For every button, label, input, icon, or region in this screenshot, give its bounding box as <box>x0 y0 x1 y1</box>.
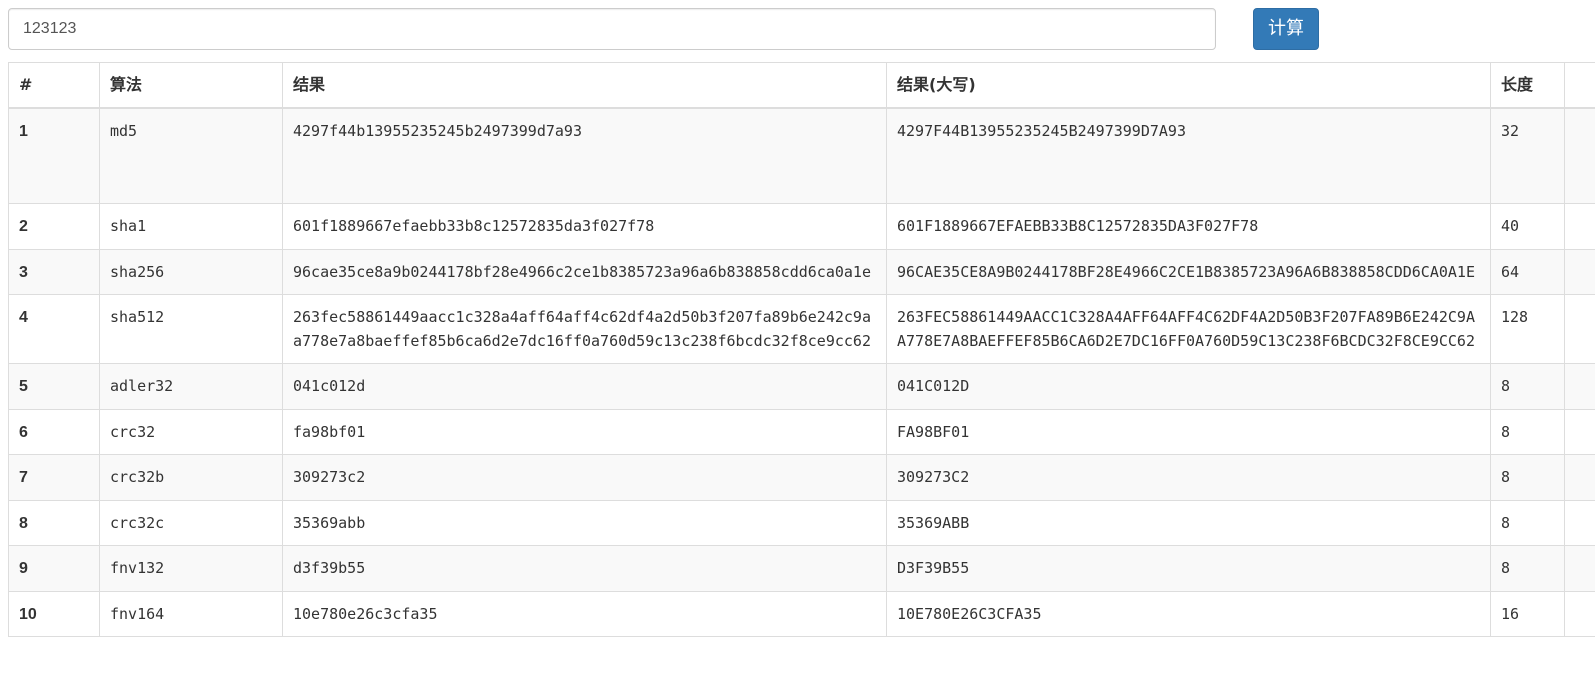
cell-result: 263fec58861449aacc1c328a4aff64aff4c62df4… <box>282 294 887 364</box>
cell-num: 4 <box>8 294 100 364</box>
header-result: 结果 <box>282 62 887 109</box>
cell-algorithm: crc32c <box>99 499 283 546</box>
cell-result-upper: D3F39B55 <box>886 545 1491 592</box>
cell-result: 4297f44b13955235245b2497399d7a93 <box>282 107 887 204</box>
cell-algorithm: adler32 <box>99 363 283 410</box>
header-num: # <box>8 62 100 109</box>
cell-algorithm: sha1 <box>99 203 283 250</box>
cell-algorithm: crc32 <box>99 408 283 455</box>
cell-num: 5 <box>8 363 100 410</box>
cell-result-upper: 601F1889667EFAEBB33B8C12572835DA3F027F78 <box>886 203 1491 250</box>
cell-num: 10 <box>8 590 100 637</box>
cell-length: 64 <box>1490 248 1565 295</box>
table-row: 4 sha512 263fec58861449aacc1c328a4aff64aff… <box>8 294 1595 364</box>
cell-algorithm: fnv132 <box>99 545 283 592</box>
cell-result: d3f39b55 <box>282 545 887 592</box>
cell-result-upper: 041C012D <box>886 363 1491 410</box>
header-result-upper: 结果(大写) <box>886 62 1491 109</box>
header-algorithm: 算法 <box>99 62 283 109</box>
cell-extra <box>1564 203 1595 250</box>
cell-result-upper: 10E780E26C3CFA35 <box>886 590 1491 637</box>
cell-result: 96cae35ce8a9b0244178bf28e4966c2ce1b83857… <box>282 248 887 295</box>
cell-result-upper: 96CAE35CE8A9B0244178BF28E4966C2CE1B83857… <box>886 248 1491 295</box>
cell-extra <box>1564 408 1595 455</box>
table-body: 1 md5 4297f44b13955235245b2497399d7a93 4297… <box>8 107 1595 637</box>
cell-num: 2 <box>8 203 100 250</box>
calculate-button[interactable]: 计算 <box>1253 8 1319 50</box>
cell-length: 8 <box>1490 499 1565 546</box>
cell-length: 8 <box>1490 408 1565 455</box>
cell-extra <box>1564 454 1595 501</box>
table-row: 10 fnv164 10e780e26c3cfa35 10E780E26C3CFA35… <box>8 590 1595 637</box>
cell-result: 10e780e26c3cfa35 <box>282 590 887 637</box>
cell-length: 128 <box>1490 294 1565 364</box>
cell-length: 8 <box>1490 545 1565 592</box>
cell-num: 9 <box>8 545 100 592</box>
cell-length: 40 <box>1490 203 1565 250</box>
table-row: 2 sha1 601f1889667efaebb33b8c12572835da3f0… <box>8 203 1595 250</box>
hash-calculator-page: 计算 # 算法 结果 结果(大写) 长度 1md54297f44b1395523… <box>0 0 1595 674</box>
cell-algorithm: fnv164 <box>99 590 283 637</box>
cell-result-upper: 263FEC58861449AACC1C328A4AFF64AFF4C62DF4… <box>886 294 1491 364</box>
table-row: 7 crc32b 309273c2 309273C2 8 <box>8 454 1595 501</box>
table-row: 8 crc32c 35369abb 35369ABB 8 <box>8 499 1595 546</box>
cell-extra <box>1564 545 1595 592</box>
cell-length: 8 <box>1490 454 1565 501</box>
cell-algorithm: crc32b <box>99 454 283 501</box>
table-header: # 算法 结果 结果(大写) 长度 <box>8 62 1595 109</box>
table-row: 1 md5 4297f44b13955235245b2497399d7a93 4297… <box>8 107 1595 204</box>
cell-result: 601f1889667efaebb33b8c12572835da3f027f78 <box>282 203 887 250</box>
header-extra <box>1564 62 1595 109</box>
cell-result-upper: FA98BF01 <box>886 408 1491 455</box>
cell-result-upper: 4297F44B13955235245B2497399D7A93 <box>886 107 1491 204</box>
table-row: 9 fnv132 d3f39b55 D3F39B55 8 <box>8 545 1595 592</box>
results-table: # 算法 结果 结果(大写) 长度 1 md5 4297f44b1395523524… <box>8 62 1595 637</box>
toolbar: 计算 <box>8 8 1595 50</box>
table-row: 3 sha256 96cae35ce8a9b0244178bf28e4966c2ce… <box>8 248 1595 295</box>
cell-extra <box>1564 590 1595 637</box>
cell-extra <box>1564 294 1595 364</box>
cell-extra <box>1564 499 1595 546</box>
cell-num: 6 <box>8 408 100 455</box>
cell-num: 3 <box>8 248 100 295</box>
cell-num: 8 <box>8 499 100 546</box>
cell-result: 041c012d <box>282 363 887 410</box>
cell-length: 8 <box>1490 363 1565 410</box>
header-row: # 算法 结果 结果(大写) 长度 <box>8 62 1595 109</box>
cell-algorithm: sha512 <box>99 294 283 364</box>
cell-num: 1 <box>8 107 100 204</box>
cell-algorithm: sha256 <box>99 248 283 295</box>
cell-result: 309273c2 <box>282 454 887 501</box>
cell-algorithm: md5 <box>99 107 283 204</box>
cell-extra <box>1564 248 1595 295</box>
cell-result: 35369abb <box>282 499 887 546</box>
text-input[interactable] <box>8 8 1216 50</box>
cell-result: fa98bf01 <box>282 408 887 455</box>
results-table-container: # 算法 结果 结果(大写) 长度 1 md5 4297f44b1395523524… <box>8 62 1595 674</box>
cell-num: 7 <box>8 454 100 501</box>
cell-extra <box>1564 363 1595 410</box>
cell-result-upper: 309273C2 <box>886 454 1491 501</box>
header-length: 长度 <box>1490 62 1565 109</box>
cell-length: 32 <box>1490 107 1565 204</box>
cell-length: 16 <box>1490 590 1565 637</box>
table-row: 6 crc32 fa98bf01 FA98BF01 8 <box>8 408 1595 455</box>
table-row: 5 adler32 041c012d 041C012D 8 <box>8 363 1595 410</box>
cell-extra <box>1564 107 1595 204</box>
cell-result-upper: 35369ABB <box>886 499 1491 546</box>
